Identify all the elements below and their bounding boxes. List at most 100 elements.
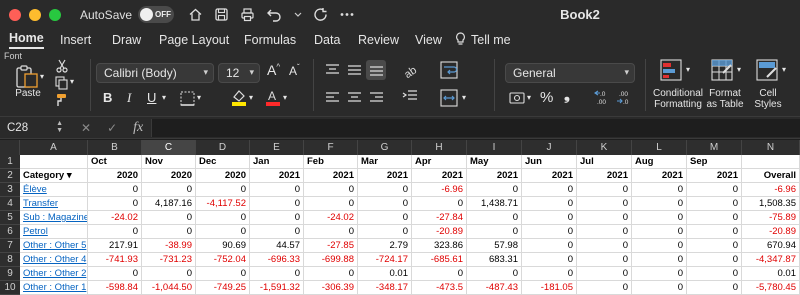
cell-f1[interactable]: Feb (304, 155, 358, 169)
cut-icon[interactable] (55, 59, 69, 76)
cell-d10[interactable]: -749.25 (196, 281, 250, 295)
cell-h7[interactable]: 323.86 (412, 239, 467, 253)
column-header-i[interactable]: I (467, 140, 522, 155)
paste-dropdown-icon[interactable]: ▾ (40, 72, 44, 81)
cell-styles-icon[interactable] (756, 59, 778, 84)
cell-d9[interactable]: 0 (196, 267, 250, 281)
paste-label[interactable]: Paste (14, 88, 42, 99)
cell-i5[interactable]: 0 (467, 211, 522, 225)
cell-j3[interactable]: 0 (522, 183, 577, 197)
decrease-font-size-icon[interactable]: Aˇ (289, 63, 300, 78)
cell-f6[interactable]: 0 (304, 225, 358, 239)
column-header-n[interactable]: N (742, 140, 800, 155)
cell-g9[interactable]: 0.01 (358, 267, 412, 281)
cell-h1[interactable]: Apr (412, 155, 467, 169)
cell-a10[interactable]: Other : Other 1 (20, 281, 88, 295)
cell-l9[interactable]: 0 (632, 267, 687, 281)
tab-page-layout[interactable]: Page Layout (159, 33, 229, 47)
cell-l3[interactable]: 0 (632, 183, 687, 197)
cell-i8[interactable]: 683.31 (467, 253, 522, 267)
decrease-decimal-icon[interactable]: .00.0 (616, 89, 634, 108)
align-right-icon[interactable] (369, 91, 384, 108)
accounting-format-icon[interactable] (509, 91, 525, 108)
orientation-icon[interactable]: ab (402, 61, 420, 82)
print-icon[interactable] (240, 7, 255, 22)
tab-draw[interactable]: Draw (112, 33, 141, 47)
redo-icon[interactable] (313, 7, 328, 22)
cell-j2[interactable]: 2021 (522, 169, 577, 183)
cell-c10[interactable]: -1,044.50 (142, 281, 196, 295)
row-header-4[interactable]: 4 (0, 197, 20, 211)
column-header-c[interactable]: C (142, 140, 196, 155)
row-header-3[interactable]: 3 (0, 183, 20, 197)
cell-k1[interactable]: Jul (577, 155, 632, 169)
increase-decimal-icon[interactable]: .0.00 (594, 89, 612, 108)
cell-m7[interactable]: 0 (687, 239, 742, 253)
formula-input[interactable] (151, 118, 800, 137)
cell-g1[interactable]: Mar (358, 155, 412, 169)
accounting-dropdown-icon[interactable]: ▾ (527, 93, 531, 102)
cell-e4[interactable]: 0 (250, 197, 304, 211)
cell-i9[interactable]: 0 (467, 267, 522, 281)
cell-h10[interactable]: -473.5 (412, 281, 467, 295)
conditional-formatting-label[interactable]: Conditional Formatting (650, 88, 706, 110)
font-color-dropdown-icon[interactable]: ▾ (283, 93, 287, 102)
row-header-5[interactable]: 5 (0, 211, 20, 225)
row-header-9[interactable]: 9 (0, 267, 20, 281)
cell-e8[interactable]: -696.33 (250, 253, 304, 267)
cell-b1[interactable]: Oct (88, 155, 142, 169)
cell-i2[interactable]: 2021 (467, 169, 522, 183)
cell-n6[interactable]: -20.89 (742, 225, 800, 239)
cell-a5[interactable]: Sub : Magazine (20, 211, 88, 225)
cell-g7[interactable]: 2.79 (358, 239, 412, 253)
cell-f5[interactable]: -24.02 (304, 211, 358, 225)
cell-j10[interactable]: -181.05 (522, 281, 577, 295)
cell-l4[interactable]: 0 (632, 197, 687, 211)
autosave-toggle[interactable]: OFF (138, 6, 175, 23)
cell-m9[interactable]: 0 (687, 267, 742, 281)
cell-n5[interactable]: -75.89 (742, 211, 800, 225)
cell-b7[interactable]: 217.91 (88, 239, 142, 253)
cell-h4[interactable]: 0 (412, 197, 467, 211)
cell-i4[interactable]: 1,438.71 (467, 197, 522, 211)
more-icon[interactable] (339, 7, 355, 22)
cell-j6[interactable]: 0 (522, 225, 577, 239)
insert-function-icon[interactable]: fx (133, 120, 143, 136)
undo-dropdown-chevron-icon[interactable] (294, 7, 302, 22)
underline-dropdown-icon[interactable]: ▾ (162, 93, 166, 102)
cell-c4[interactable]: 4,187.16 (142, 197, 196, 211)
cell-l2[interactable]: 2021 (632, 169, 687, 183)
format-painter-icon[interactable] (54, 93, 68, 110)
cell-d7[interactable]: 90.69 (196, 239, 250, 253)
row-header-1[interactable]: 1 (0, 155, 20, 169)
tab-review[interactable]: Review (358, 33, 399, 47)
format-as-table-label[interactable]: Format as Table (704, 88, 746, 110)
cell-g2[interactable]: 2021 (358, 169, 412, 183)
font-color-icon[interactable]: A (265, 88, 281, 109)
italic-button[interactable]: I (127, 90, 131, 106)
number-format-select[interactable]: General ▾ (505, 63, 635, 83)
home-icon[interactable] (188, 7, 203, 22)
cell-j8[interactable]: 0 (522, 253, 577, 267)
row-header-7[interactable]: 7 (0, 239, 20, 253)
column-header-e[interactable]: E (250, 140, 304, 155)
format-as-table-icon[interactable] (711, 59, 733, 84)
cell-d5[interactable]: 0 (196, 211, 250, 225)
cell-a4[interactable]: Transfer (20, 197, 88, 211)
fill-color-dropdown-icon[interactable]: ▾ (249, 93, 253, 102)
cell-n7[interactable]: 670.94 (742, 239, 800, 253)
cell-k5[interactable]: 0 (577, 211, 632, 225)
cell-g4[interactable]: 0 (358, 197, 412, 211)
worksheet-grid[interactable]: A B C D E F G H I J K L M N 1 Oct Nov Dec Jan Feb Mar Apr May J… (0, 140, 800, 295)
cell-a7[interactable]: Other : Other 5 (20, 239, 88, 253)
cell-k4[interactable]: 0 (577, 197, 632, 211)
cell-e1[interactable]: Jan (250, 155, 304, 169)
cell-n8[interactable]: -4,347.87 (742, 253, 800, 267)
wrap-text-icon[interactable] (440, 61, 458, 82)
cell-j7[interactable]: 0 (522, 239, 577, 253)
cancel-formula-icon[interactable]: ✕ (81, 121, 91, 135)
autosave-control[interactable]: AutoSave OFF (80, 6, 175, 23)
cell-m6[interactable]: 0 (687, 225, 742, 239)
align-center-icon[interactable] (347, 91, 362, 108)
tab-data[interactable]: Data (314, 33, 340, 47)
